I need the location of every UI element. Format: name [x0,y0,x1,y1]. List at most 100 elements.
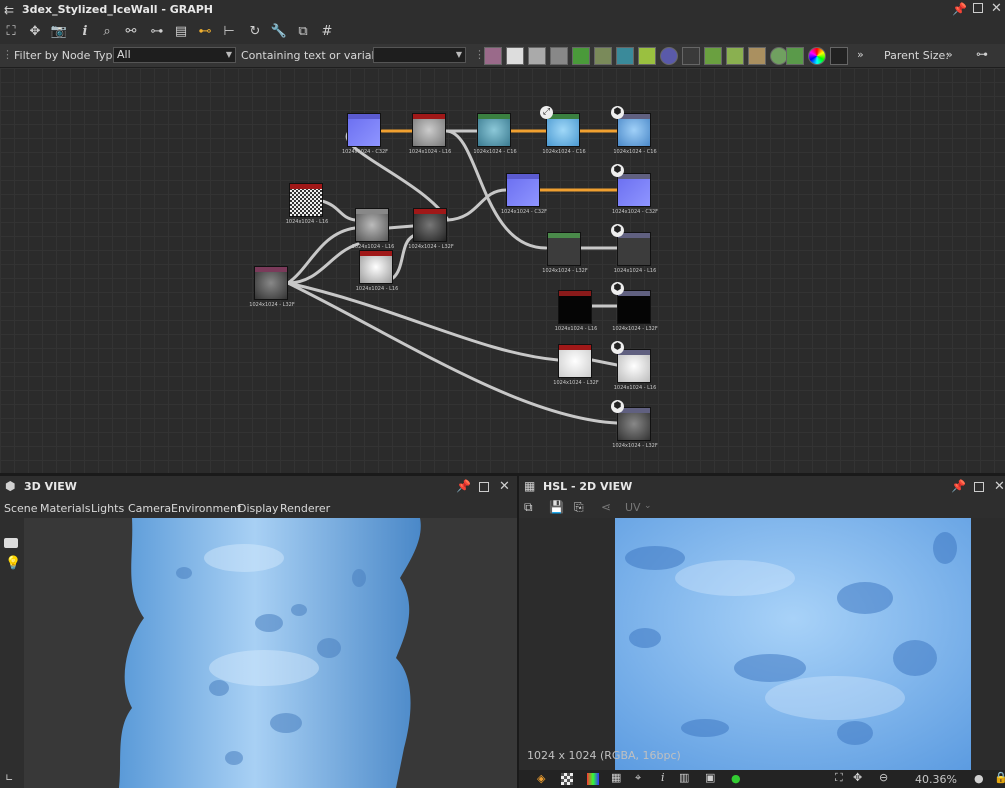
light-bulb-icon[interactable]: 💡 [5,556,21,571]
filter-node-type-select[interactable]: All ▼ [113,47,236,63]
tiling-icon[interactable]: ▦ [611,771,621,784]
menu-lights[interactable]: Lights [91,502,124,515]
fx-node-icon[interactable] [704,47,722,65]
zoom-in-icon[interactable]: ● [974,772,984,785]
alpha-icon[interactable] [561,773,573,785]
containing-text-input[interactable]: ▼ [373,47,466,63]
lock-icon[interactable]: 🔒 [994,771,1005,784]
link-icon[interactable]: ⚯ [122,23,140,41]
levels-node-icon[interactable] [594,47,612,65]
node-header [356,209,388,214]
menu-materials[interactable]: Materials [40,502,90,515]
view2d-viewport[interactable]: 1024 x 1024 (RGBA, 16bpc) [519,518,1005,770]
menu-camera[interactable]: Camera [128,502,171,515]
pin-icon[interactable]: 📌 [952,2,967,16]
view3d-viewport[interactable] [24,518,517,788]
tile-node-icon[interactable] [682,47,700,65]
more-icon[interactable]: » [857,48,864,61]
blend-node[interactable]: 1024x1024 - L16 [352,208,394,250]
menu-display[interactable]: Display [238,502,279,515]
chevron-down-icon[interactable]: ⌄ [644,501,652,511]
plug-icon[interactable]: ⊶ [976,47,988,61]
normal-node[interactable]: 1024x1024 - C32F [501,173,547,215]
output-ao-node[interactable]: 1024x1024 - L16 [614,349,656,391]
shuffle-node-icon[interactable] [550,47,568,65]
move-icon[interactable]: ✥ [853,771,862,784]
maximize-icon[interactable] [974,482,984,492]
height-blend-node[interactable]: 1024x1024 - L32F [408,208,454,250]
maximize-icon[interactable] [479,482,489,492]
pick-icon[interactable]: ⌖ [635,771,641,785]
histogram-icon[interactable]: ▥ [679,771,689,784]
pixel-node-icon[interactable] [748,47,766,65]
svg-node-icon[interactable] [506,47,524,65]
transform-node-icon[interactable] [616,47,634,65]
duplicate-icon[interactable]: ⎘ [574,500,584,515]
camera-icon[interactable] [4,538,18,548]
random-noise-node[interactable]: 1024x1024 - L16 [286,183,328,225]
metallic-node[interactable]: 1024x1024 - L16 [555,290,597,332]
copy-icon[interactable]: ⧉ [524,500,533,515]
graph-canvas[interactable]: 1024x1024 - C32F 1024x1024 - L16 1024x10… [0,68,1005,473]
info-icon[interactable]: i [76,23,94,41]
output-basecolor-node[interactable]: 1024x1024 - C16 [613,113,657,155]
camera-icon[interactable]: 📷 [50,23,68,41]
circle-node-icon[interactable] [660,47,678,65]
screen-icon[interactable]: ▣ [705,771,715,784]
uv-label[interactable]: UV [625,501,641,514]
more-icon[interactable]: » [946,48,953,61]
warp-node-icon[interactable] [726,47,744,65]
search-icon[interactable]: ⌕ [98,23,116,41]
clouds-node[interactable]: 1024x1024 - L16 [356,250,398,292]
close-icon[interactable]: ✕ [994,479,1005,494]
noise-node[interactable]: 1024x1024 - L16 [409,113,451,155]
zoom-level[interactable]: 40.36% [915,773,957,786]
bitmap-node-icon[interactable] [484,47,502,65]
close-icon[interactable]: ✕ [499,479,510,494]
roughness-node[interactable]: 1024x1024 - L32F [542,232,588,274]
view3d-menu: Scene Materials Lights Camera Environmen… [0,498,517,518]
menu-environment[interactable]: Environment [171,502,241,515]
connection-icon[interactable]: ⊷ [196,23,214,41]
node-label: 1024x1024 - L32F [249,302,295,308]
move-icon[interactable]: ✥ [26,23,44,41]
fit-icon[interactable]: ⛶ [2,23,20,41]
layers-icon[interactable]: ◈ [537,772,545,785]
wire [286,281,560,362]
color-wheel-icon[interactable]: ● [731,772,741,785]
curve-node-icon[interactable] [572,47,590,65]
hsl-node-icon[interactable] [808,47,826,65]
info-icon[interactable]: i [661,771,665,784]
hsl-node[interactable]: 1024x1024 - C16 [542,113,586,155]
gradient-node-icon[interactable] [638,47,656,65]
menu-renderer[interactable]: Renderer [280,502,330,515]
normal-node[interactable]: 1024x1024 - C32F [342,113,388,155]
wrench-icon[interactable]: 🔧 [270,23,288,41]
color-node[interactable]: 1024x1024 - C16 [473,113,517,155]
ao-node[interactable]: 1024x1024 - L32F [553,344,599,386]
output-normal-node[interactable]: 1024x1024 - C32F [612,173,658,215]
rotate-icon[interactable]: ↻ [246,23,264,41]
zoom-out-icon[interactable]: ⊖ [879,771,888,784]
save-icon[interactable]: 💾 [549,500,564,514]
grid-icon[interactable]: # [318,23,336,41]
frame-icon[interactable]: ▤ [172,23,190,41]
maximize-icon[interactable] [973,3,983,13]
binary-node-icon[interactable] [830,47,848,65]
align-icon[interactable]: ⊢ [220,23,238,41]
height-source-node[interactable]: 1024x1024 - L32F [249,266,295,308]
share-icon[interactable]: ⋖ [601,500,611,514]
histogram-node-icon[interactable] [786,47,804,65]
blend-node-icon[interactable] [528,47,546,65]
node-tree-icon[interactable]: ⊶ [148,23,166,41]
pin-icon[interactable]: 📌 [951,479,966,493]
output-height-node[interactable]: 1024x1024 - L32F [612,407,658,449]
output-roughness-node[interactable]: 1024x1024 - L16 [614,232,656,274]
close-icon[interactable]: ✕ [991,1,1002,16]
menu-scene[interactable]: Scene [4,502,38,515]
pin-icon[interactable]: 📌 [456,479,471,493]
export-icon[interactable]: ⧉ [294,23,312,41]
channels-icon[interactable] [587,773,599,785]
output-metallic-node[interactable]: 1024x1024 - L32F [612,290,658,332]
fit-icon[interactable]: ⛶ [835,771,843,785]
